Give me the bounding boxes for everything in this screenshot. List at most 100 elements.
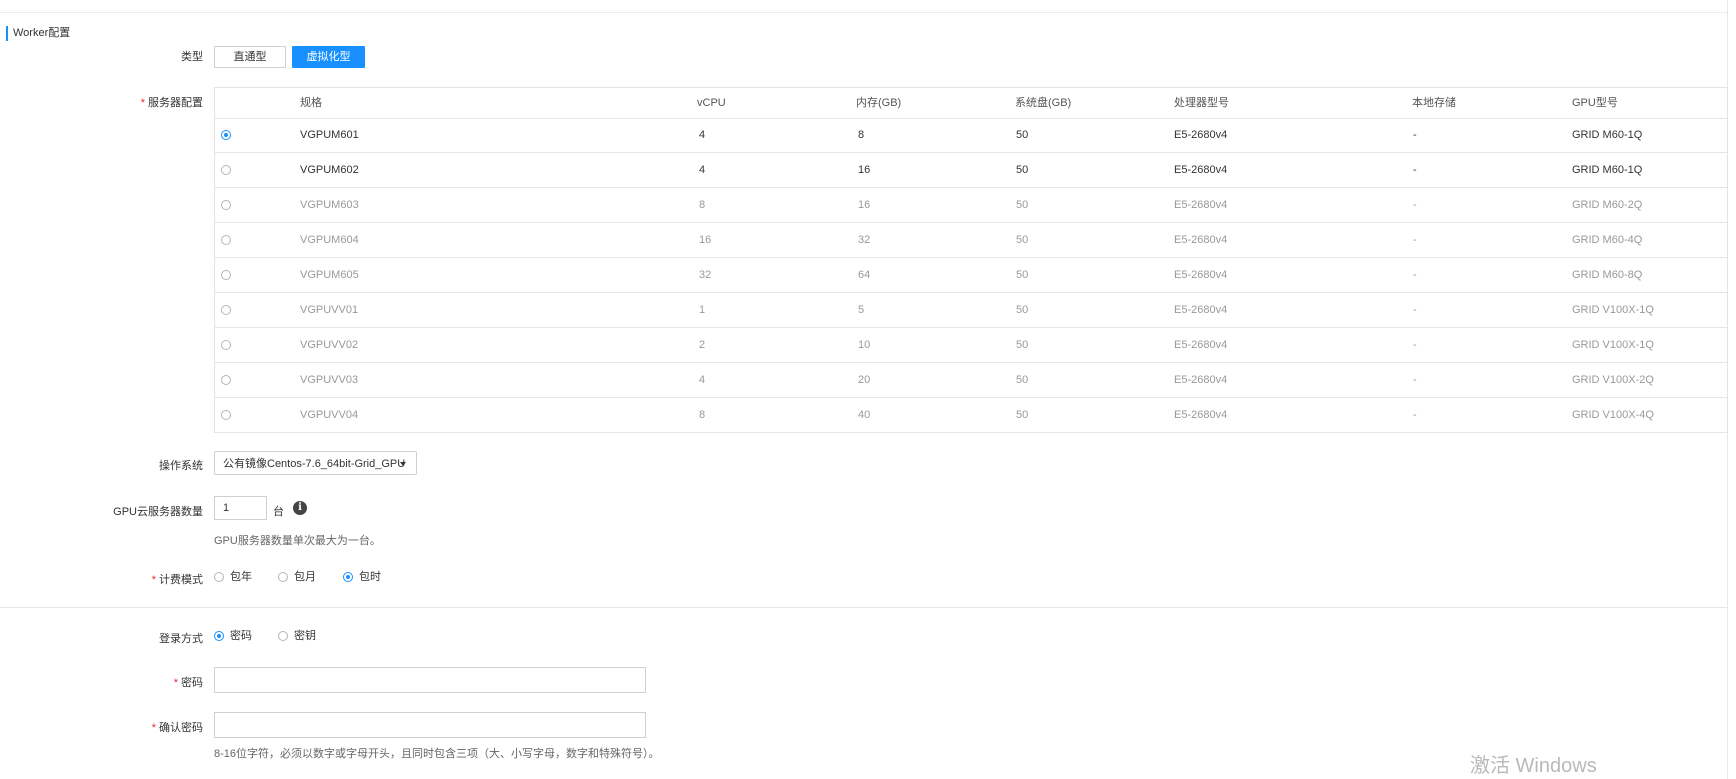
required-mark: * [151, 722, 156, 734]
header-local-storage: 本地存储 [1412, 97, 1456, 109]
table-row[interactable]: VGPUVV04 8 40 50 E5-2680v4 - GRID V100X-4Q [215, 398, 1727, 433]
type-passthrough-button[interactable]: 直通型 [214, 46, 286, 68]
cell-system-disk: 50 [1016, 199, 1029, 211]
top-divider [0, 12, 1727, 13]
billing-label: * 计费模式 [3, 571, 203, 587]
cell-local-storage: - [1413, 304, 1417, 316]
os-select[interactable]: 公有镜像Centos-7.6_64bit-Grid_GPU [214, 451, 417, 475]
password-input[interactable] [214, 667, 646, 693]
cell-memory: 20 [858, 374, 871, 386]
cell-system-disk: 50 [1016, 129, 1029, 141]
cell-system-disk: 50 [1016, 304, 1029, 316]
cell-local-storage: - [1413, 164, 1417, 176]
confirm-password-label-text: 确认密码 [159, 722, 203, 734]
radio-icon [278, 572, 288, 582]
cell-vcpu: 1 [699, 304, 706, 316]
cell-processor: E5-2680v4 [1174, 409, 1228, 421]
radio-icon[interactable] [221, 165, 231, 175]
cell-system-disk: 50 [1016, 339, 1029, 351]
cell-processor: E5-2680v4 [1174, 269, 1228, 281]
header-vcpu: vCPU [697, 97, 726, 109]
count-input[interactable]: 1 [214, 496, 267, 520]
os-label: 操作系统 [159, 460, 203, 472]
login-option-label: 密码 [230, 630, 252, 642]
cell-memory: 16 [858, 199, 871, 211]
os-select-value: 公有镜像Centos-7.6_64bit-Grid_GPU [223, 458, 406, 470]
table-row[interactable]: VGPUM604 16 32 50 E5-2680v4 - GRID M60-4Q [215, 223, 1727, 258]
count-hint: GPU服务器数量单次最大为一台。 [214, 535, 381, 547]
billing-option-label: 包年 [230, 571, 252, 583]
login-option-label: 密钥 [294, 630, 316, 642]
cell-gpu-model: GRID V100X-4Q [1572, 409, 1654, 421]
info-icon[interactable]: i [293, 501, 307, 515]
server-config-label: * 服务器配置 [3, 94, 203, 110]
cell-local-storage: - [1413, 129, 1417, 141]
radio-icon[interactable] [221, 375, 231, 385]
confirm-password-label: * 确认密码 [3, 719, 203, 735]
cell-local-storage: - [1413, 269, 1417, 281]
cell-local-storage: - [1413, 374, 1417, 386]
cell-local-storage: - [1413, 409, 1417, 421]
cell-gpu-model: GRID M60-4Q [1572, 234, 1643, 246]
cell-gpu-model: GRID M60-1Q [1572, 129, 1643, 141]
cell-processor: E5-2680v4 [1174, 304, 1228, 316]
table-header: 规格 vCPU 内存(GB) 系统盘(GB) 处理器型号 本地存储 GPU型号 [215, 88, 1727, 119]
windows-activation-watermark: 激活 Windows [1470, 755, 1597, 777]
cell-processor: E5-2680v4 [1174, 199, 1228, 211]
password-hint: 8-16位字符，必须以数字或字母开头，且同时包含三项（大、小写字母，数字和特殊符… [214, 748, 660, 760]
billing-option-label: 包月 [294, 571, 316, 583]
cell-system-disk: 50 [1016, 234, 1029, 246]
cell-memory: 5 [858, 304, 865, 316]
cell-gpu-model: GRID M60-1Q [1572, 164, 1643, 176]
cell-processor: E5-2680v4 [1174, 374, 1228, 386]
table-row[interactable]: VGPUM603 8 16 50 E5-2680v4 - GRID M60-2Q [215, 188, 1727, 223]
required-mark: * [173, 677, 178, 689]
count-unit: 台 [273, 506, 284, 518]
cell-memory: 10 [858, 339, 871, 351]
header-memory: 内存(GB) [856, 97, 902, 109]
cell-vcpu: 8 [699, 409, 706, 421]
type-label: 类型 [181, 51, 203, 63]
cell-processor: E5-2680v4 [1174, 339, 1228, 351]
cell-vcpu: 4 [699, 374, 706, 386]
cell-spec: VGPUVV04 [300, 409, 359, 421]
cell-memory: 40 [858, 409, 871, 421]
type-virtualized-button[interactable]: 虚拟化型 [292, 46, 365, 68]
radio-icon[interactable] [221, 410, 231, 420]
cell-processor: E5-2680v4 [1174, 129, 1228, 141]
table-row[interactable]: VGPUM605 32 64 50 E5-2680v4 - GRID M60-8Q [215, 258, 1727, 293]
cell-system-disk: 50 [1016, 269, 1029, 281]
header-spec: 规格 [300, 97, 322, 109]
table-row[interactable]: VGPUM601 4 8 50 E5-2680v4 - GRID M60-1Q [215, 118, 1727, 153]
login-label: 登录方式 [159, 633, 203, 645]
caret-down-icon [400, 462, 406, 466]
cell-memory: 32 [858, 234, 871, 246]
cell-gpu-model: GRID M60-2Q [1572, 199, 1643, 211]
cell-memory: 8 [858, 129, 865, 141]
cell-gpu-model: GRID V100X-2Q [1572, 374, 1654, 386]
table-row[interactable]: VGPUVV02 2 10 50 E5-2680v4 - GRID V100X-1Q [215, 328, 1727, 363]
cell-memory: 16 [858, 164, 871, 176]
radio-icon[interactable] [221, 200, 231, 210]
cell-spec: VGPUM603 [300, 199, 359, 211]
cell-spec: VGPUVV02 [300, 339, 359, 351]
radio-icon[interactable] [221, 305, 231, 315]
password-label: * 密码 [3, 674, 203, 690]
table-row[interactable]: VGPUVV01 1 5 50 E5-2680v4 - GRID V100X-1Q [215, 293, 1727, 328]
cell-system-disk: 50 [1016, 164, 1029, 176]
section-divider [0, 607, 1727, 608]
radio-icon[interactable] [221, 340, 231, 350]
table-row[interactable]: VGPUM602 4 16 50 E5-2680v4 - GRID M60-1Q [215, 153, 1727, 188]
cell-system-disk: 50 [1016, 374, 1029, 386]
radio-selected-icon[interactable] [221, 130, 231, 140]
cell-spec: VGPUM601 [300, 129, 359, 141]
cell-system-disk: 50 [1016, 409, 1029, 421]
confirm-password-input[interactable] [214, 712, 646, 738]
cell-gpu-model: GRID V100X-1Q [1572, 339, 1654, 351]
table-row[interactable]: VGPUVV03 4 20 50 E5-2680v4 - GRID V100X-2Q [215, 363, 1727, 398]
billing-option-label: 包时 [359, 571, 381, 583]
radio-icon[interactable] [221, 270, 231, 280]
server-config-label-text: 服务器配置 [148, 97, 203, 109]
cell-processor: E5-2680v4 [1174, 234, 1228, 246]
radio-icon[interactable] [221, 235, 231, 245]
